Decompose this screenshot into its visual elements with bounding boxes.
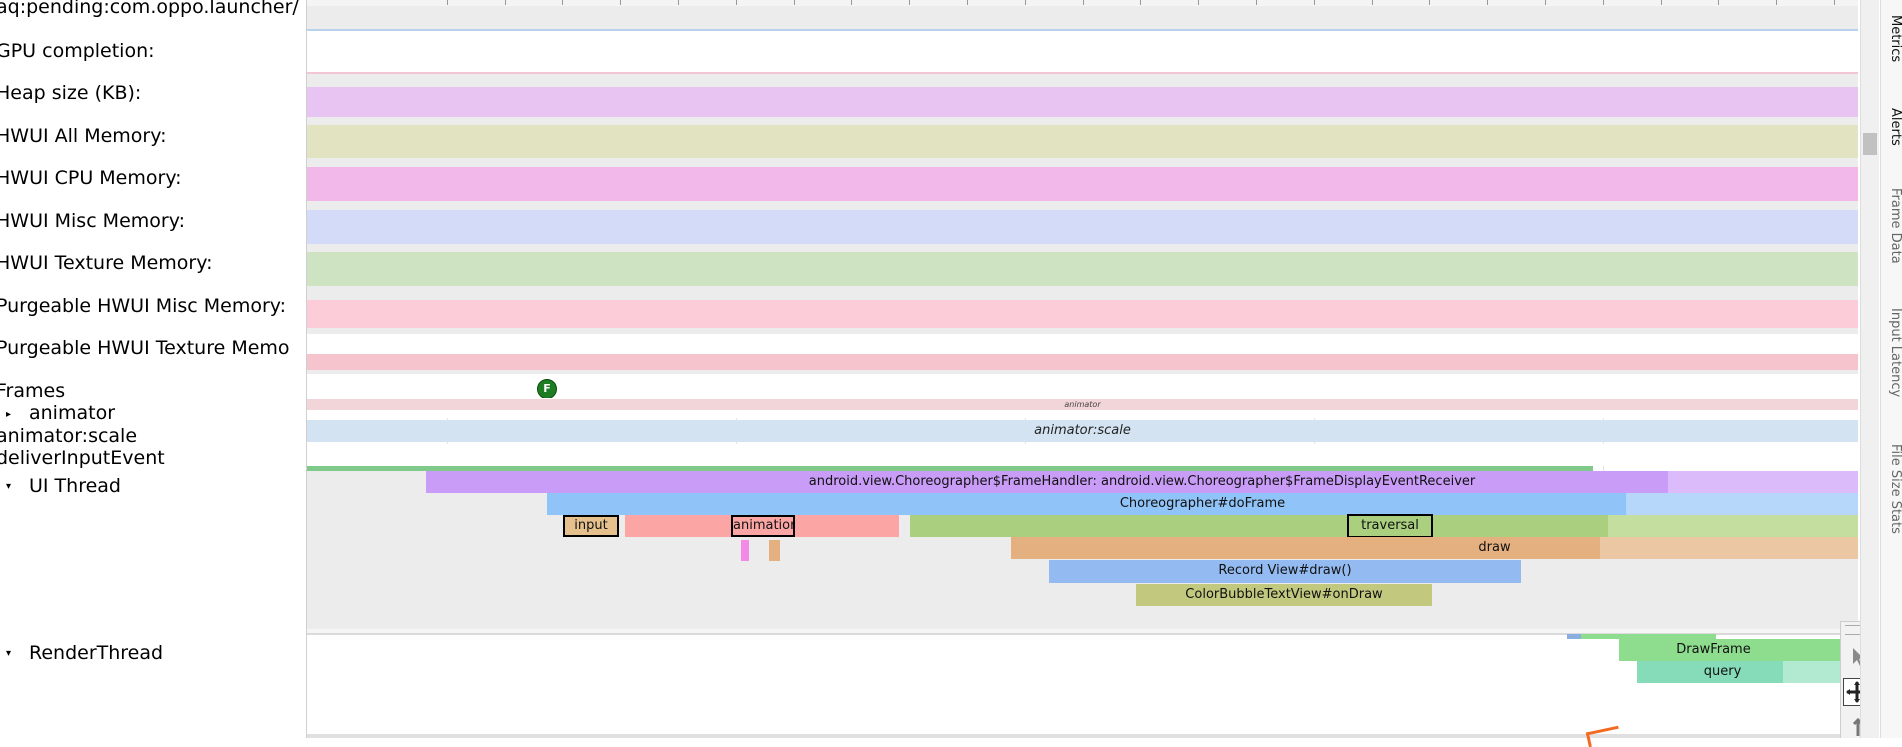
hwui-cpu-memory-bar[interactable] (307, 167, 1858, 201)
track-label-ui-thread: UI Thread (29, 475, 121, 497)
input-slice[interactable]: input (563, 515, 619, 537)
gap (307, 244, 1858, 252)
traversal-tail (1608, 515, 1858, 537)
gap (307, 74, 1858, 87)
purgeable-texture-white (307, 334, 1858, 354)
purgeable-texture-memory-bar[interactable] (307, 354, 1858, 370)
track-label-frames: Frames (0, 380, 66, 402)
do-frame-tail (1626, 493, 1858, 515)
tab-alerts[interactable]: Alerts (1881, 108, 1902, 146)
gpu-completion-track (307, 31, 1858, 73)
hwui-texture-memory-bar[interactable] (307, 252, 1858, 286)
small-tan-slice[interactable] (769, 540, 780, 561)
frame-handler-slice[interactable]: android.view.Choreographer$FrameHandler:… (426, 471, 1858, 493)
tab-metrics[interactable]: Metrics (1881, 15, 1902, 62)
triangle-down-icon[interactable]: ▾ (6, 648, 11, 660)
track-label-hwui-all-memory: HWUI All Memory: (0, 125, 167, 147)
animation-slice[interactable]: animation (731, 515, 795, 537)
frame-handler-tail (1668, 471, 1858, 493)
triangle-down-icon[interactable]: ▾ (6, 481, 11, 493)
triangle-right-icon[interactable]: ▸ (6, 409, 11, 421)
track-label-panel: aq:pending:com.oppo.launcher/ GPU comple… (0, 0, 307, 738)
track-label-hwui-cpu-memory: HWUI CPU Memory: (0, 167, 182, 189)
track-label-gpu-completion: GPU completion: (0, 40, 155, 62)
record-view-slice[interactable]: Record View#draw() (1049, 560, 1521, 583)
track-label-animator: animator (29, 402, 116, 424)
hwui-misc-memory-bar[interactable] (307, 210, 1858, 244)
gap (307, 158, 1858, 167)
horizontal-scrollbar[interactable] (307, 734, 1858, 738)
track-label-purgeable-misc-memory: Purgeable HWUI Misc Memory: (0, 295, 287, 317)
tab-frame-data[interactable]: Frame Data (1881, 188, 1902, 264)
track-label-pending: aq:pending:com.oppo.launcher/ (0, 0, 299, 18)
animator-slice[interactable]: animator (307, 399, 1858, 410)
track-label-hwui-texture-memory: HWUI Texture Memory: (0, 252, 213, 274)
draw-frame-slice[interactable]: DrawFrame (1619, 639, 1858, 661)
vertical-scrollbar[interactable] (1860, 0, 1879, 738)
query-tail (1783, 661, 1845, 683)
side-tab-bar: Metrics Alerts Frame Data Input Latency … (1880, 0, 1902, 738)
render-thread-small-blue[interactable] (1567, 634, 1581, 639)
tab-input-latency[interactable]: Input Latency (1881, 308, 1902, 397)
track-label-heap-size: Heap size (KB): (0, 82, 142, 104)
vertical-scrollbar-thumb[interactable] (1863, 133, 1877, 155)
track-label-deliver-input-event: deliverInputEvent (0, 447, 165, 469)
purgeable-misc-memory-bar[interactable] (307, 300, 1858, 328)
small-pink-slice[interactable] (741, 540, 749, 561)
animator-scale-slice[interactable]: animator:scale (307, 420, 1858, 442)
draw-tail (1600, 537, 1858, 559)
track-label-render-thread: RenderThread (29, 642, 164, 664)
gap (307, 117, 1858, 125)
track-label-purgeable-texture-memory: Purgeable HWUI Texture Memo (0, 337, 290, 359)
deliver-input-track (307, 444, 1858, 466)
heap-size-bar[interactable] (307, 87, 1858, 117)
pending-track (307, 6, 1858, 30)
gap (307, 286, 1858, 300)
gap (307, 201, 1858, 210)
tab-file-size-stats[interactable]: File Size Stats (1881, 444, 1902, 534)
frame-marker[interactable]: F (537, 379, 557, 399)
color-bubble-slice[interactable]: ColorBubbleTextView#onDraw (1136, 584, 1432, 606)
track-label-hwui-misc-memory: HWUI Misc Memory: (0, 210, 185, 232)
hwui-all-memory-bar[interactable] (307, 125, 1858, 158)
track-label-animator-scale: animator:scale (0, 425, 138, 447)
traversal-slice[interactable]: traversal (1347, 514, 1433, 538)
